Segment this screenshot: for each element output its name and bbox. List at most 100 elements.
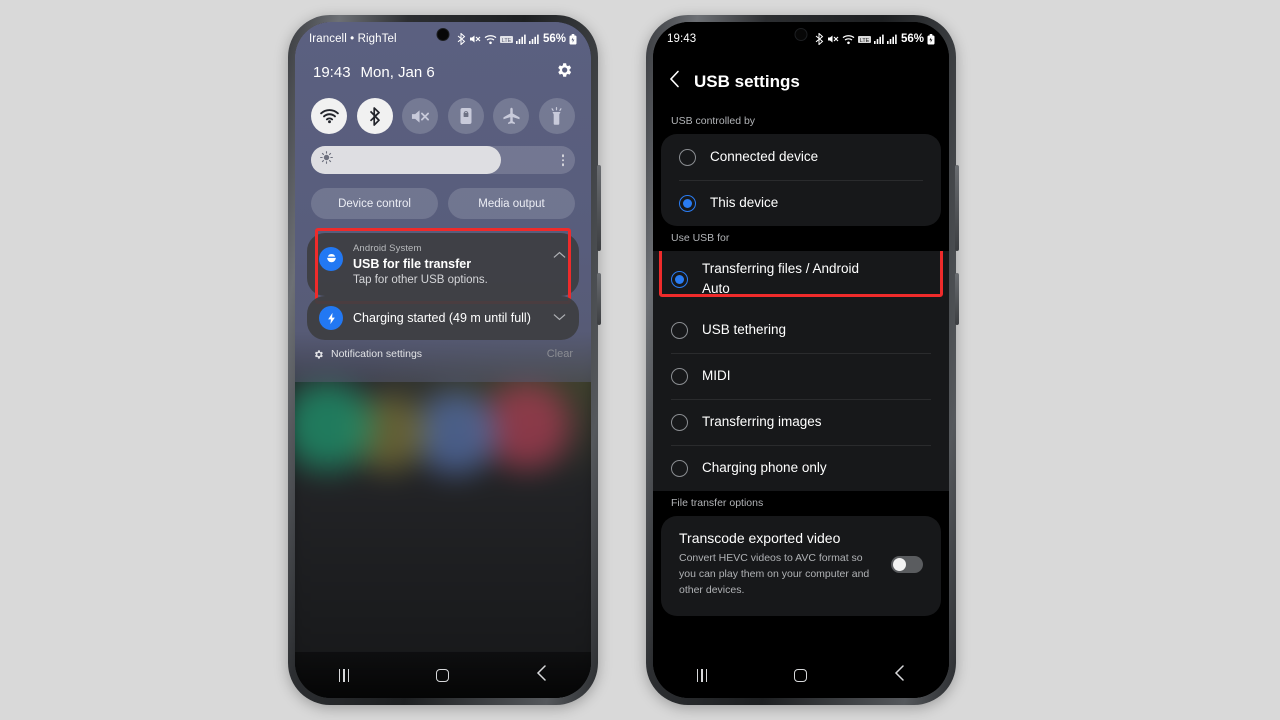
right-phone-frame: 19:43 LTE 56% USB settings USB controlle… (646, 15, 959, 705)
option-transferring-files[interactable]: Transferring files / Android Auto (653, 251, 949, 307)
radio-icon[interactable] (671, 367, 688, 385)
option-transferring-images[interactable]: Transferring images (653, 399, 949, 445)
recents-icon[interactable] (338, 668, 350, 682)
lte-data-icon: LTE (857, 35, 871, 44)
mute-icon (411, 109, 429, 123)
left-nav-bar (295, 652, 591, 698)
section-label-use-usb-for: Use USB for (671, 232, 730, 244)
airplane-icon (503, 107, 520, 125)
option-label: Transferring files / Android Auto (702, 261, 860, 296)
usb-notification[interactable]: Android System USB for file transfer Tap… (307, 233, 579, 296)
left-phone-screen: Irancell • RighTel LTE 56% 19:43 Mon, Ja… (295, 22, 591, 698)
radio-icon-selected[interactable] (671, 270, 688, 288)
radio-icon[interactable] (679, 148, 696, 166)
transcode-text-block: Transcode exported video Convert HEVC vi… (679, 530, 879, 598)
charging-notification[interactable]: Charging started (49 m until full) (307, 296, 579, 340)
clear-button[interactable]: Clear (547, 348, 573, 360)
option-connected-device[interactable]: Connected device (661, 134, 941, 180)
wifi-toggle[interactable] (311, 98, 347, 134)
use-usb-for-card: Transferring files / Android Auto USB te… (653, 251, 949, 491)
gear-icon[interactable] (313, 349, 324, 360)
wifi-icon (319, 109, 339, 124)
wifi-icon (842, 34, 855, 44)
recents-icon[interactable] (696, 668, 708, 682)
chevron-up-icon[interactable] (553, 246, 566, 264)
signal-bars-icon (873, 34, 884, 44)
status-icons: LTE 56% (815, 33, 935, 45)
power-button[interactable] (597, 273, 601, 325)
status-icons: LTE 56% (457, 33, 577, 45)
usb-settings-header: USB settings (653, 56, 949, 109)
airplane-toggle[interactable] (493, 98, 530, 134)
device-control-button[interactable]: Device control (311, 188, 438, 219)
quick-settings-toggles (295, 84, 591, 134)
kebab-menu-icon[interactable] (561, 154, 564, 166)
svg-text:LTE: LTE (502, 38, 512, 44)
usb-icon (319, 247, 343, 271)
left-status-bar: Irancell • RighTel LTE 56% (295, 22, 591, 56)
battery-percent-label: 56% (900, 33, 924, 45)
media-output-button[interactable]: Media output (448, 188, 575, 219)
notification-title: USB for file transfer (353, 257, 472, 271)
chevron-down-icon[interactable] (553, 308, 566, 326)
option-label: USB tethering (702, 322, 787, 338)
radio-icon-selected[interactable] (679, 194, 696, 212)
auto-rotate-toggle[interactable] (447, 98, 484, 134)
battery-percent-label: 56% (542, 33, 566, 45)
bluetooth-icon (369, 106, 380, 126)
brightness-icon (320, 151, 333, 169)
home-icon[interactable] (436, 668, 450, 682)
charging-bolt-icon (319, 306, 343, 330)
radio-icon[interactable] (671, 459, 688, 477)
option-label: Transferring images (702, 414, 822, 430)
toggle-knob (893, 557, 906, 571)
file-transfer-options-card: Transcode exported video Convert HEVC vi… (661, 516, 941, 617)
option-midi[interactable]: MIDI (653, 353, 949, 399)
radio-icon[interactable] (671, 321, 688, 339)
battery-icon (927, 33, 935, 44)
sound-toggle[interactable] (402, 98, 439, 134)
transcode-title: Transcode exported video (679, 530, 841, 546)
section-label-usb-controlled-by: USB controlled by (671, 115, 756, 127)
back-icon[interactable] (536, 664, 547, 686)
option-label: This device (710, 195, 779, 211)
bluetooth-icon (815, 33, 824, 45)
notification-area: Android System USB for file transfer Tap… (307, 228, 579, 360)
option-label: MIDI (702, 368, 731, 384)
back-icon[interactable] (894, 664, 905, 686)
volume-button[interactable] (955, 165, 959, 251)
transcode-description: Convert HEVC videos to AVC format so you… (679, 552, 870, 596)
radio-icon[interactable] (671, 413, 688, 431)
brightness-slider[interactable] (311, 146, 575, 174)
gear-icon[interactable] (555, 61, 573, 84)
notification-settings-label[interactable]: Notification settings (331, 348, 422, 360)
back-chevron-icon[interactable] (669, 70, 680, 93)
wifi-icon (484, 34, 497, 44)
option-charging-phone-only[interactable]: Charging phone only (653, 445, 949, 491)
status-time-label: 19:43 (667, 33, 697, 45)
bluetooth-icon (457, 33, 466, 45)
power-button[interactable] (955, 273, 959, 325)
qs-date-label: Mon, Jan 6 (360, 64, 435, 81)
home-icon[interactable] (794, 668, 808, 682)
screenshot-stage: Irancell • RighTel LTE 56% 19:43 Mon, Ja… (0, 0, 1280, 720)
option-this-device[interactable]: This device (661, 180, 941, 226)
usb-notification-body: Android System USB for file transfer Tap… (353, 243, 567, 286)
option-usb-tethering[interactable]: USB tethering (653, 307, 949, 353)
page-title: USB settings (694, 71, 800, 91)
flashlight-toggle[interactable] (538, 98, 575, 134)
left-phone-frame: Irancell • RighTel LTE 56% 19:43 Mon, Ja… (288, 15, 601, 705)
option-label: Charging phone only (702, 460, 827, 476)
lte-data-icon: LTE (499, 35, 513, 44)
right-phone-screen: 19:43 LTE 56% USB settings USB controlle… (653, 22, 949, 698)
transcode-exported-video-row[interactable]: Transcode exported video Convert HEVC vi… (661, 516, 941, 616)
quick-settings-screen: Irancell • RighTel LTE 56% 19:43 Mon, Ja… (295, 22, 591, 698)
notification-subtitle: Tap for other USB options. (353, 274, 488, 286)
mute-icon (469, 35, 481, 43)
flashlight-icon (551, 106, 562, 125)
bluetooth-toggle[interactable] (356, 98, 393, 134)
carrier-label: Irancell • RighTel (309, 33, 397, 45)
svg-text:LTE: LTE (860, 38, 870, 44)
volume-button[interactable] (597, 165, 601, 251)
transcode-toggle-switch[interactable] (891, 555, 923, 573)
